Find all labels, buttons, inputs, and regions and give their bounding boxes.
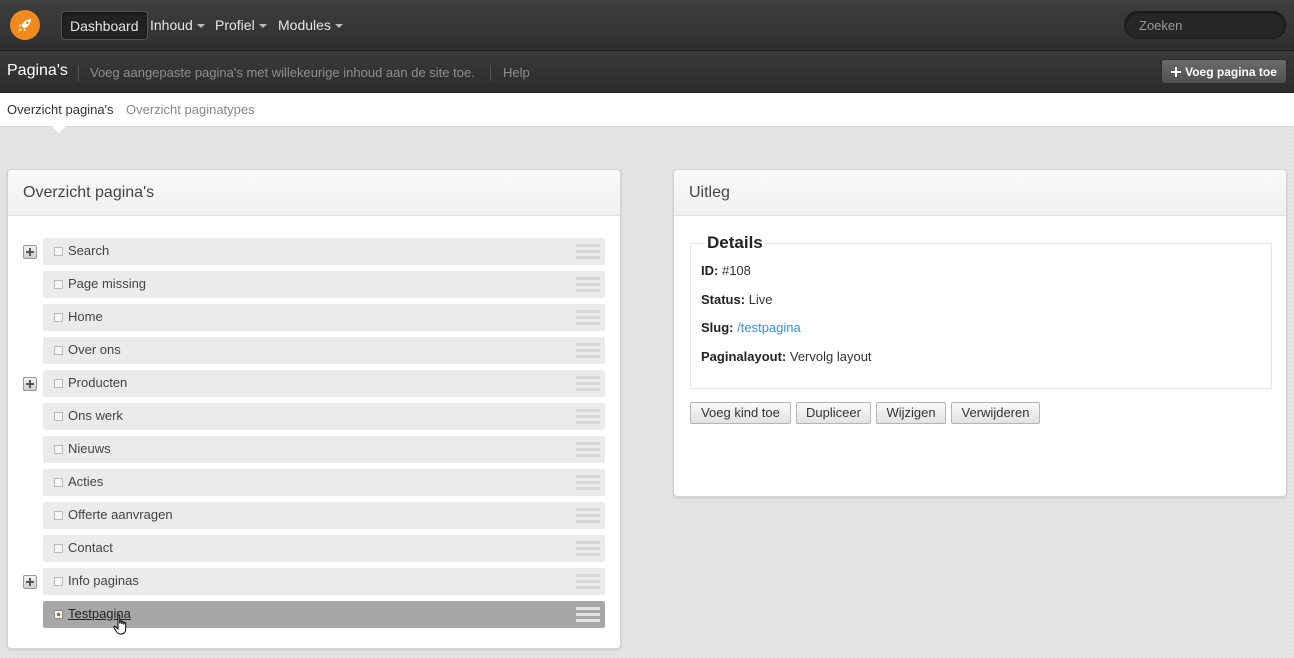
tree-item[interactable]: Ons werk	[43, 403, 605, 430]
drag-handle-icon[interactable]	[576, 508, 600, 523]
delete-button[interactable]: Verwijderen	[951, 402, 1040, 424]
detail-layout-label: Paginalayout:	[701, 349, 787, 364]
tree-item-label[interactable]: Info paginas	[68, 573, 139, 588]
panel-title: Uitleg	[674, 170, 1286, 216]
duplicate-button[interactable]: Dupliceer	[796, 402, 871, 424]
expand-icon[interactable]	[23, 245, 37, 259]
nav-dashboard[interactable]: Dashboard	[61, 11, 148, 40]
detail-layout-value: Vervolg layout	[789, 349, 872, 364]
page-header: Pagina's Voeg aangepaste pagina's met wi…	[0, 51, 1294, 93]
detail-id: ID: #108	[701, 263, 751, 278]
nav-modules-label: Modules	[278, 17, 331, 33]
checkbox-icon[interactable]	[54, 313, 63, 322]
drag-handle-icon[interactable]	[576, 310, 600, 325]
plus-icon	[1171, 66, 1182, 77]
tree-item-label[interactable]: Over ons	[68, 342, 121, 357]
drag-handle-icon[interactable]	[576, 409, 600, 424]
rocket-icon[interactable]	[10, 10, 40, 40]
tree-item[interactable]: Acties	[43, 469, 605, 496]
add-page-button[interactable]: Voeg pagina toe	[1161, 59, 1287, 84]
checkbox-icon[interactable]	[54, 379, 63, 388]
drag-handle-icon[interactable]	[576, 442, 600, 457]
nav-profiel[interactable]: Profiel	[215, 11, 267, 40]
drag-handle-icon[interactable]	[576, 244, 600, 259]
checkbox-icon[interactable]	[54, 610, 63, 619]
tree-item-label[interactable]: Ons werk	[68, 408, 123, 423]
detail-slug: Slug: /testpagina	[701, 320, 801, 335]
hand-cursor-icon	[113, 614, 127, 635]
expand-icon[interactable]	[23, 377, 37, 391]
detail-status-value: Live	[748, 292, 773, 307]
edit-button[interactable]: Wijzigen	[876, 402, 946, 424]
detail-status: Status: Live	[701, 292, 773, 307]
page-description: Voeg aangepaste pagina's met willekeurig…	[90, 65, 475, 80]
page-title: Pagina's	[7, 62, 68, 79]
drag-handle-icon[interactable]	[576, 343, 600, 358]
detail-slug-label: Slug:	[701, 320, 734, 335]
detail-layout: Paginalayout: Vervolg layout	[701, 349, 872, 364]
drag-handle-icon[interactable]	[576, 277, 600, 292]
caret-down-icon	[334, 24, 343, 29]
caret-down-icon	[258, 24, 267, 29]
detail-id-value: #108	[721, 263, 751, 278]
divider	[78, 65, 79, 81]
tree-item[interactable]: Producten	[43, 370, 605, 397]
divider	[490, 65, 491, 81]
tree-item-label[interactable]: Home	[68, 309, 103, 324]
drag-handle-icon[interactable]	[576, 574, 600, 589]
tree-item-label[interactable]: Producten	[68, 375, 127, 390]
tree-item-label[interactable]: Page missing	[68, 276, 146, 291]
search-input[interactable]	[1124, 11, 1286, 39]
checkbox-icon[interactable]	[54, 412, 63, 421]
checkbox-icon[interactable]	[54, 577, 63, 586]
active-tab-indicator	[52, 126, 66, 133]
pages-tree-panel: Overzicht pagina's Search Page missing H…	[7, 169, 621, 649]
tab-overzicht-paginatypes[interactable]: Overzicht paginatypes	[126, 102, 255, 117]
nav-inhoud[interactable]: Inhoud	[150, 11, 205, 40]
drag-handle-icon[interactable]	[576, 475, 600, 490]
tree-item[interactable]: Home	[43, 304, 605, 331]
top-navbar: Dashboard Inhoud Profiel Modules	[0, 0, 1294, 51]
drag-handle-icon[interactable]	[576, 376, 600, 391]
drag-handle-icon[interactable]	[576, 541, 600, 556]
info-panel: Uitleg Details ID: #108 Status: Live Slu…	[673, 169, 1287, 497]
expand-icon[interactable]	[23, 575, 37, 589]
tree-item[interactable]: Page missing	[43, 271, 605, 298]
caret-down-icon	[196, 24, 205, 29]
nav-inhoud-label: Inhoud	[150, 17, 193, 33]
nav-modules[interactable]: Modules	[278, 11, 343, 40]
tree-item-label[interactable]: Search	[68, 243, 109, 258]
checkbox-icon[interactable]	[54, 445, 63, 454]
slug-link[interactable]: /testpagina	[737, 320, 801, 335]
tree-item[interactable]: Contact	[43, 535, 605, 562]
details-legend: Details	[705, 233, 765, 253]
checkbox-icon[interactable]	[54, 544, 63, 553]
tree-item[interactable]: Info paginas	[43, 568, 605, 595]
details-fieldset: Details ID: #108 Status: Live Slug: /tes…	[690, 233, 1272, 389]
tree-item[interactable]: Search	[43, 238, 605, 265]
checkbox-icon[interactable]	[54, 478, 63, 487]
panel-title: Overzicht pagina's	[8, 170, 620, 216]
add-child-button[interactable]: Voeg kind toe	[690, 402, 791, 424]
checkbox-icon[interactable]	[54, 280, 63, 289]
tree-item-label[interactable]: Offerte aanvragen	[68, 507, 173, 522]
tab-overzicht-paginas[interactable]: Overzicht pagina's	[7, 102, 114, 117]
nav-dashboard-label: Dashboard	[70, 18, 139, 34]
tree-item[interactable]: Offerte aanvragen	[43, 502, 605, 529]
drag-handle-icon[interactable]	[576, 607, 600, 622]
tree-item-label[interactable]: Acties	[68, 474, 103, 489]
help-link[interactable]: Help	[503, 65, 530, 80]
tabs-bar: Overzicht pagina's Overzicht paginatypes	[0, 93, 1294, 133]
tree-item[interactable]: Nieuws	[43, 436, 605, 463]
checkbox-icon[interactable]	[54, 247, 63, 256]
add-page-label: Voeg pagina toe	[1185, 64, 1277, 79]
tree-item-label[interactable]: Nieuws	[68, 441, 111, 456]
nav-profiel-label: Profiel	[215, 17, 255, 33]
detail-id-label: ID:	[701, 263, 719, 278]
checkbox-icon[interactable]	[54, 346, 63, 355]
tree-item[interactable]: Over ons	[43, 337, 605, 364]
tree-item-label[interactable]: Contact	[68, 540, 113, 555]
checkbox-icon[interactable]	[54, 511, 63, 520]
detail-status-label: Status:	[701, 292, 746, 307]
